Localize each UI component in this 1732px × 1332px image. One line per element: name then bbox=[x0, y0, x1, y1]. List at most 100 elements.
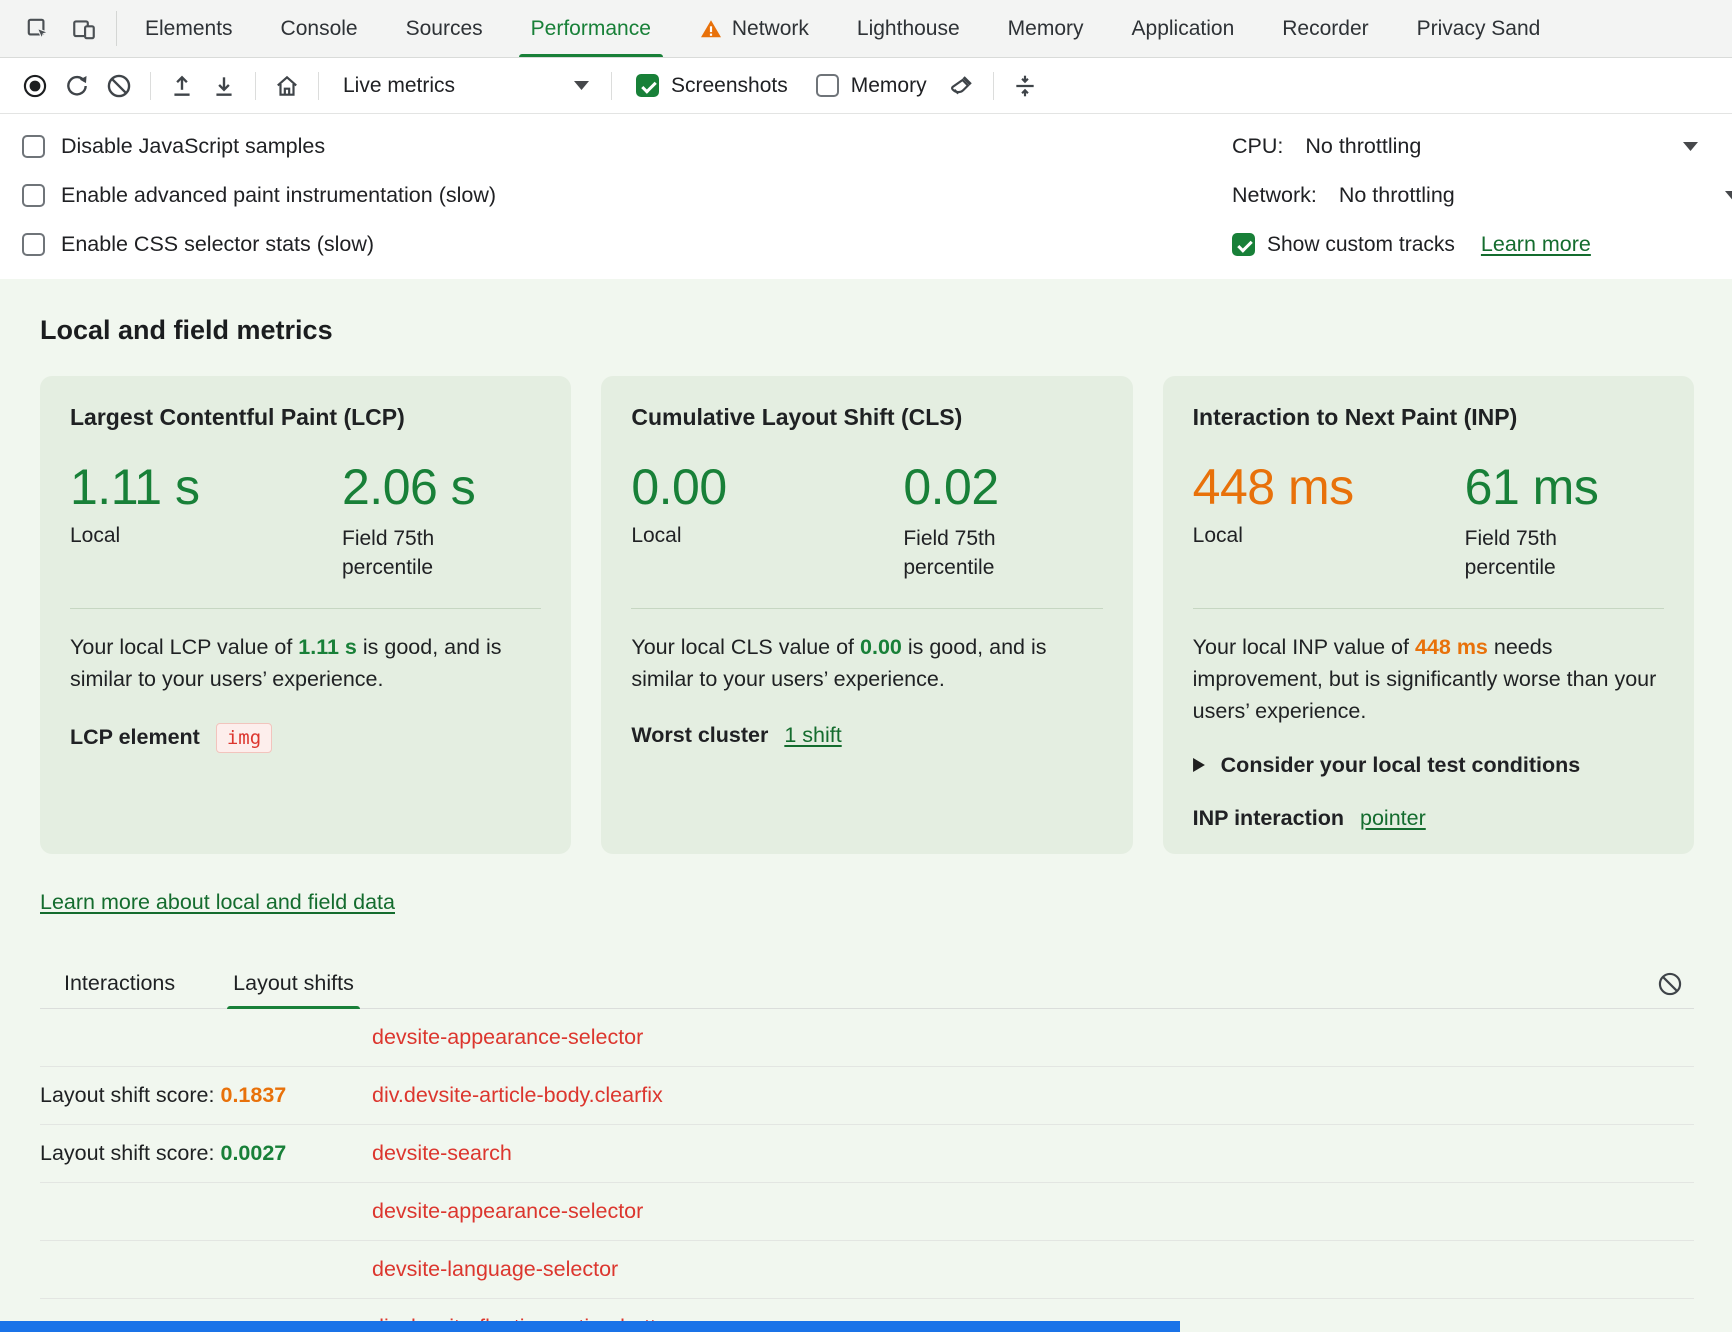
layout-shift-row: Layout shift score:0.1837 div.devsite-ar… bbox=[40, 1067, 1694, 1125]
node-link[interactable]: devsite-appearance-selector bbox=[372, 1199, 643, 1224]
show-custom-tracks-toggle[interactable]: Show custom tracks bbox=[1232, 233, 1455, 257]
collect-garbage-icon[interactable] bbox=[941, 65, 983, 107]
network-label: Network: bbox=[1232, 183, 1317, 208]
css-selector-stats-checkbox[interactable] bbox=[22, 233, 45, 256]
lcp-field-column: 2.06 s Field 75th percentile bbox=[342, 461, 475, 582]
tab-elements[interactable]: Elements bbox=[121, 0, 257, 57]
inp-interaction-link[interactable]: pointer bbox=[1360, 806, 1426, 831]
tab-label: Application bbox=[1132, 17, 1235, 41]
tab-memory[interactable]: Memory bbox=[984, 0, 1108, 57]
inp-interaction-label: INP interaction bbox=[1193, 806, 1344, 831]
cls-card-title: Cumulative Layout Shift (CLS) bbox=[631, 404, 1102, 431]
live-metrics-panel: Local and field metrics Largest Contentf… bbox=[0, 279, 1732, 1332]
memory-toggle[interactable]: Memory bbox=[816, 74, 927, 98]
css-selector-stats-option[interactable]: Enable CSS selector stats (slow) bbox=[22, 220, 496, 269]
tab-label: Interactions bbox=[64, 971, 175, 996]
cpu-label: CPU: bbox=[1232, 134, 1283, 159]
node-link[interactable]: devsite-search bbox=[372, 1141, 512, 1166]
tab-interactions[interactable]: Interactions bbox=[58, 959, 181, 1008]
inp-local-label: Local bbox=[1193, 524, 1465, 548]
tab-label: Recorder bbox=[1282, 17, 1368, 41]
clear-button[interactable] bbox=[98, 65, 140, 107]
lcp-local-label: Local bbox=[70, 524, 342, 548]
option-label: Enable advanced paint instrumentation (s… bbox=[61, 183, 496, 208]
record-and-reload-button[interactable] bbox=[56, 65, 98, 107]
cpu-throttling-select[interactable]: No throttling bbox=[1305, 134, 1421, 159]
disable-js-samples-checkbox[interactable] bbox=[22, 135, 45, 158]
divider bbox=[993, 72, 994, 100]
lcp-card: Largest Contentful Paint (LCP) 1.11 s Lo… bbox=[40, 376, 571, 854]
advanced-paint-checkbox[interactable] bbox=[22, 184, 45, 207]
tab-sources[interactable]: Sources bbox=[382, 0, 507, 57]
local-test-conditions-expander[interactable]: Consider your local test conditions bbox=[1193, 753, 1664, 778]
clear-log-icon[interactable] bbox=[1650, 964, 1690, 1004]
node-link[interactable]: devsite-language-selector bbox=[372, 1257, 618, 1282]
layout-shift-row: devsite-appearance-selector bbox=[40, 1183, 1694, 1241]
memory-checkbox[interactable] bbox=[816, 74, 839, 97]
show-custom-tracks-label: Show custom tracks bbox=[1267, 233, 1455, 257]
tab-application[interactable]: Application bbox=[1108, 0, 1259, 57]
lcp-element-label: LCP element bbox=[70, 725, 200, 750]
home-icon[interactable] bbox=[266, 65, 308, 107]
learn-more-field-data-link[interactable]: Learn more about local and field data bbox=[40, 890, 395, 915]
load-profile-icon[interactable] bbox=[161, 65, 203, 107]
view-mode-select[interactable]: Live metrics bbox=[329, 65, 601, 107]
node-link[interactable]: div.devsite-article-body.clearfix bbox=[372, 1083, 663, 1108]
cls-local-column: 0.00 Local bbox=[631, 461, 903, 582]
tab-lighthouse[interactable]: Lighthouse bbox=[833, 0, 984, 57]
cls-description: Your local CLS value of 0.00 is good, an… bbox=[631, 631, 1102, 695]
tab-layout-shifts[interactable]: Layout shifts bbox=[227, 959, 360, 1008]
screenshots-label: Screenshots bbox=[671, 74, 788, 98]
capture-options: Disable JavaScript samples Enable advanc… bbox=[0, 122, 496, 269]
disable-js-samples-option[interactable]: Disable JavaScript samples bbox=[22, 122, 496, 171]
lcp-card-title: Largest Contentful Paint (LCP) bbox=[70, 404, 541, 431]
tab-console[interactable]: Console bbox=[257, 0, 382, 57]
worst-cluster-link[interactable]: 1 shift bbox=[784, 723, 841, 748]
tab-privacy-sandbox[interactable]: Privacy Sand bbox=[1393, 0, 1565, 57]
divider bbox=[116, 11, 117, 46]
layout-shift-score bbox=[40, 1025, 372, 1050]
show-custom-tracks-row: Show custom tracks Learn more bbox=[1232, 220, 1732, 269]
lcp-values: 1.11 s Local 2.06 s Field 75th percentil… bbox=[70, 461, 541, 582]
tab-network[interactable]: Network bbox=[675, 0, 833, 57]
tab-recorder[interactable]: Recorder bbox=[1258, 0, 1392, 57]
lcp-local-value: 1.11 s bbox=[70, 461, 342, 514]
tab-performance[interactable]: Performance bbox=[507, 0, 675, 57]
inp-description: Your local INP value of 448 ms needs imp… bbox=[1193, 631, 1664, 727]
node-link[interactable]: devsite-appearance-selector bbox=[372, 1025, 643, 1050]
inspect-element-icon[interactable] bbox=[18, 9, 58, 49]
tool-icons-group bbox=[10, 0, 112, 57]
capture-settings-strip: Disable JavaScript samples Enable advanc… bbox=[0, 114, 1732, 279]
lcp-element-chip[interactable]: img bbox=[216, 723, 272, 753]
memory-label: Memory bbox=[851, 74, 927, 98]
capture-settings-icon[interactable] bbox=[1004, 65, 1046, 107]
cls-footer: Worst cluster 1 shift bbox=[631, 723, 1102, 748]
inp-local-column: 448 ms Local bbox=[1193, 461, 1465, 582]
local-test-conditions-label: Consider your local test conditions bbox=[1221, 753, 1581, 778]
performance-toolbar: Live metrics Screenshots Memory bbox=[0, 58, 1732, 114]
layout-shift-row: Layout shift score:0.0027 devsite-search bbox=[40, 1125, 1694, 1183]
chevron-down-icon[interactable] bbox=[1725, 191, 1732, 200]
layout-shift-row: devsite-language-selector bbox=[40, 1241, 1694, 1299]
horizontal-scrollbar-thumb[interactable] bbox=[0, 1321, 1180, 1332]
layout-shift-row: devsite-appearance-selector bbox=[40, 1009, 1694, 1067]
inp-card: Interaction to Next Paint (INP) 448 ms L… bbox=[1163, 376, 1694, 854]
lcp-footer: LCP element img bbox=[70, 723, 541, 753]
network-throttling-row: Network: No throttling bbox=[1232, 171, 1732, 220]
show-custom-tracks-checkbox[interactable] bbox=[1232, 233, 1255, 256]
layout-shift-score bbox=[40, 1199, 372, 1224]
advanced-paint-instrumentation-option[interactable]: Enable advanced paint instrumentation (s… bbox=[22, 171, 496, 220]
layout-shift-score bbox=[40, 1257, 372, 1282]
learn-more-link[interactable]: Learn more bbox=[1481, 232, 1591, 257]
device-toolbar-icon[interactable] bbox=[64, 9, 104, 49]
chevron-down-icon[interactable] bbox=[1683, 142, 1698, 151]
cpu-throttling-row: CPU: No throttling bbox=[1232, 122, 1732, 171]
network-throttling-select[interactable]: No throttling bbox=[1339, 183, 1455, 208]
screenshots-checkbox[interactable] bbox=[636, 74, 659, 97]
record-button[interactable] bbox=[14, 65, 56, 107]
screenshots-toggle[interactable]: Screenshots bbox=[636, 74, 788, 98]
tab-label: Performance bbox=[531, 17, 651, 41]
save-profile-icon[interactable] bbox=[203, 65, 245, 107]
inp-values: 448 ms Local 61 ms Field 75th percentile bbox=[1193, 461, 1664, 582]
cls-field-label: Field 75th percentile bbox=[903, 524, 1033, 582]
